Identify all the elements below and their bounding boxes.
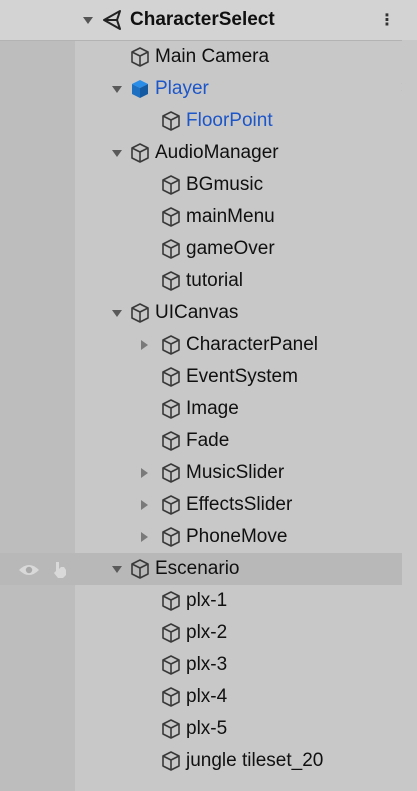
kebab-icon[interactable]: ⋮ xyxy=(379,10,395,30)
tree-item-label: AudioManager xyxy=(155,142,279,163)
cube-outline-icon xyxy=(160,206,182,228)
gutter-icons xyxy=(18,561,68,584)
tree-item-label: EffectsSlider xyxy=(186,494,293,515)
tree-item-label: Escenario xyxy=(155,558,240,579)
tree-item-label: plx-2 xyxy=(186,622,228,643)
tree-item-label: FloorPoint xyxy=(186,110,273,131)
chevron-down-icon[interactable] xyxy=(110,562,124,576)
cube-outline-icon xyxy=(160,366,182,388)
tree-item-label: Image xyxy=(186,398,239,419)
cube-outline-icon xyxy=(129,142,151,164)
tree-item-uicanvas[interactable]: UICanvas xyxy=(0,297,417,329)
tree-item-characterpanel[interactable]: CharacterPanel xyxy=(0,329,417,361)
tree-item-tutorial[interactable]: tutorial xyxy=(0,265,417,297)
cube-solid-icon xyxy=(129,78,151,100)
tree-item-label: jungle tileset_20 xyxy=(186,750,324,771)
chevron-right-icon[interactable] xyxy=(137,338,151,352)
tree-item-plx-1[interactable]: plx-1 xyxy=(0,585,417,617)
tree-item-label: Main Camera xyxy=(155,46,270,67)
tree-item-label: CharacterPanel xyxy=(186,334,319,355)
cube-outline-icon xyxy=(160,622,182,644)
tree-item-label: plx-3 xyxy=(186,654,228,675)
chevron-right-icon[interactable] xyxy=(137,530,151,544)
tree-item-plx-3[interactable]: plx-3 xyxy=(0,649,417,681)
cube-outline-icon xyxy=(160,718,182,740)
unity-scene-icon xyxy=(100,8,124,32)
chevron-down-icon[interactable] xyxy=(110,82,124,96)
chevron-right-icon[interactable] xyxy=(137,466,151,480)
chevron-right-icon[interactable] xyxy=(137,498,151,512)
cube-outline-icon xyxy=(160,686,182,708)
cube-outline-icon xyxy=(160,334,182,356)
tree-item-escenario[interactable]: Escenario xyxy=(0,553,417,585)
tree-item-plx-4[interactable]: plx-4 xyxy=(0,681,417,713)
tree-item-label: EventSystem xyxy=(186,366,298,387)
chevron-down-icon[interactable] xyxy=(110,306,124,320)
tree-item-audiomanager[interactable]: AudioManager xyxy=(0,137,417,169)
tree-item-eventsystem[interactable]: EventSystem xyxy=(0,361,417,393)
tree-item-musicslider[interactable]: MusicSlider xyxy=(0,457,417,489)
cube-outline-icon xyxy=(160,238,182,260)
scrollbar[interactable] xyxy=(402,40,417,791)
eye-icon[interactable] xyxy=(18,562,40,583)
cube-outline-icon xyxy=(160,750,182,772)
cube-outline-icon xyxy=(160,462,182,484)
tree-item-player[interactable]: Player› xyxy=(0,73,417,105)
cube-outline-icon xyxy=(160,494,182,516)
tree-item-fade[interactable]: Fade xyxy=(0,425,417,457)
tree-item-label: plx-4 xyxy=(186,686,228,707)
tree-item-label: Player xyxy=(155,78,209,99)
tree-item-label: Fade xyxy=(186,430,230,451)
tree-item-jungle-tileset[interactable]: jungle tileset_20 xyxy=(0,745,417,777)
tree-item-label: plx-5 xyxy=(186,718,228,739)
cube-outline-icon xyxy=(160,174,182,196)
cube-outline-icon xyxy=(129,302,151,324)
tree-item-image[interactable]: Image xyxy=(0,393,417,425)
tree-item-label: mainMenu xyxy=(186,206,275,227)
tree-item-plx-5[interactable]: plx-5 xyxy=(0,713,417,745)
chevron-down-icon[interactable] xyxy=(110,146,124,160)
cube-outline-icon xyxy=(129,46,151,68)
cube-outline-icon xyxy=(129,558,151,580)
tree-item-label: MusicSlider xyxy=(186,462,285,483)
cube-outline-icon xyxy=(160,526,182,548)
cube-outline-icon xyxy=(160,270,182,292)
cube-outline-icon xyxy=(160,590,182,612)
tree-item-bgmusic[interactable]: BGmusic xyxy=(0,169,417,201)
tree-item-phonemove[interactable]: PhoneMove xyxy=(0,521,417,553)
cube-outline-icon xyxy=(160,110,182,132)
scene-header[interactable]: CharacterSelect ⋮ xyxy=(0,0,417,41)
tree-item-effectsslider[interactable]: EffectsSlider xyxy=(0,489,417,521)
tree-item-label: BGmusic xyxy=(186,174,264,195)
tree-item-floorpoint[interactable]: FloorPoint xyxy=(0,105,417,137)
tree-item-mainmenu[interactable]: mainMenu xyxy=(0,201,417,233)
tree-item-label: plx-1 xyxy=(186,590,228,611)
tree-item-label: tutorial xyxy=(186,270,244,291)
scene-title: CharacterSelect xyxy=(130,9,275,30)
tree-item-main-camera[interactable]: Main Camera xyxy=(0,41,417,73)
cube-outline-icon xyxy=(160,398,182,420)
chevron-down-icon[interactable] xyxy=(82,13,96,27)
tree-item-plx-2[interactable]: plx-2 xyxy=(0,617,417,649)
tree-item-label: UICanvas xyxy=(155,302,239,323)
cube-outline-icon xyxy=(160,430,182,452)
hand-pointer-icon[interactable] xyxy=(52,561,68,584)
tree-item-label: PhoneMove xyxy=(186,526,288,547)
tree-item-gameover[interactable]: gameOver xyxy=(0,233,417,265)
tree-item-label: gameOver xyxy=(186,238,275,259)
cube-outline-icon xyxy=(160,654,182,676)
